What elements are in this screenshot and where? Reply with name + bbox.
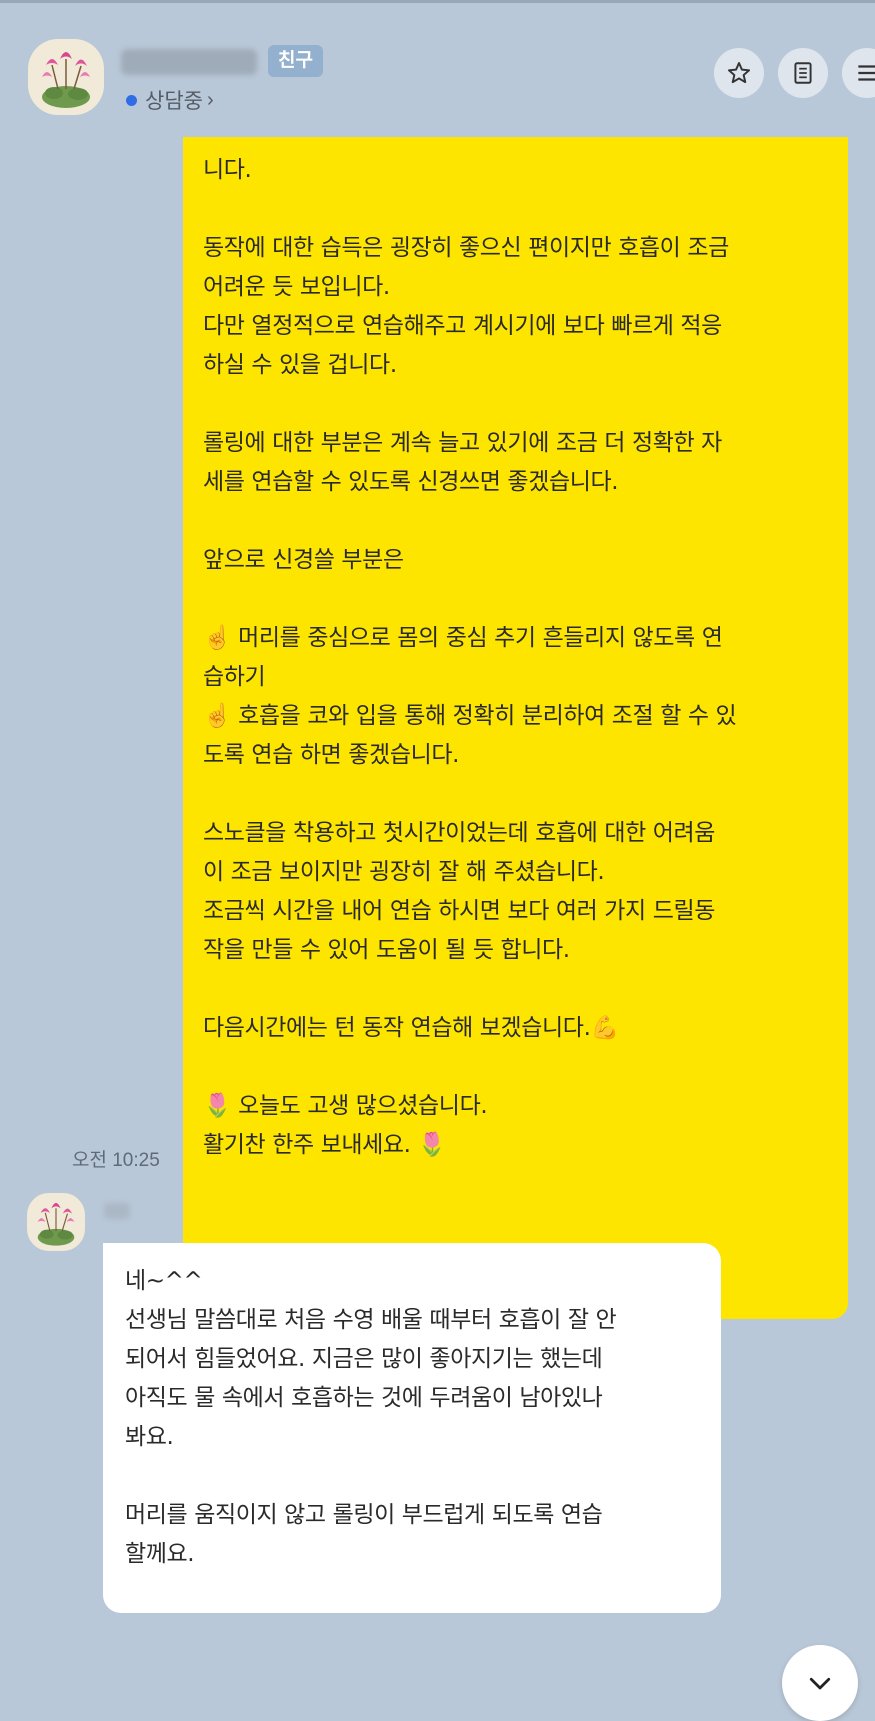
chevron-right-icon: › xyxy=(206,88,214,111)
chat-area[interactable]: 니다. 동작에 대한 습득은 굉장히 좋으신 편이지만 호흡이 조금 어려운 듯… xyxy=(0,137,875,1721)
sender-name-redacted xyxy=(104,1203,130,1219)
message-time: 오전 10:25 xyxy=(72,1150,160,1171)
status-dot-icon xyxy=(126,94,137,106)
scroll-to-bottom-button[interactable] xyxy=(782,1645,858,1721)
consult-status[interactable]: 상담중 › xyxy=(126,86,214,114)
profile-avatar[interactable] xyxy=(28,39,104,115)
star-icon xyxy=(727,62,751,84)
message-bubble-sent[interactable]: 니다. 동작에 대한 습득은 굉장히 좋으신 편이지만 호흡이 조금 어려운 듯… xyxy=(183,137,848,1319)
menu-button[interactable] xyxy=(842,48,875,98)
status-label: 상담중 xyxy=(145,90,203,113)
chat-header: 친구 상담중 › xyxy=(0,3,875,145)
chevron-down-icon xyxy=(809,1677,831,1690)
menu-icon xyxy=(858,65,875,81)
document-icon xyxy=(794,62,812,84)
message-text: 네~^^ 선생님 말씀대로 처음 수영 배울 때부터 호흡이 잘 안 되어서 힘… xyxy=(125,1268,617,1567)
notes-button[interactable] xyxy=(778,48,828,98)
sender-avatar[interactable] xyxy=(27,1193,85,1251)
friend-badge: 친구 xyxy=(268,45,323,77)
favorite-button[interactable] xyxy=(714,48,764,98)
message-bubble-received[interactable]: 네~^^ 선생님 말씀대로 처음 수영 배울 때부터 호흡이 잘 안 되어서 힘… xyxy=(103,1243,721,1613)
contact-name-redacted xyxy=(121,49,257,75)
message-text: 니다. 동작에 대한 습득은 굉장히 좋으신 편이지만 호흡이 조금 어려운 듯… xyxy=(203,157,737,1158)
